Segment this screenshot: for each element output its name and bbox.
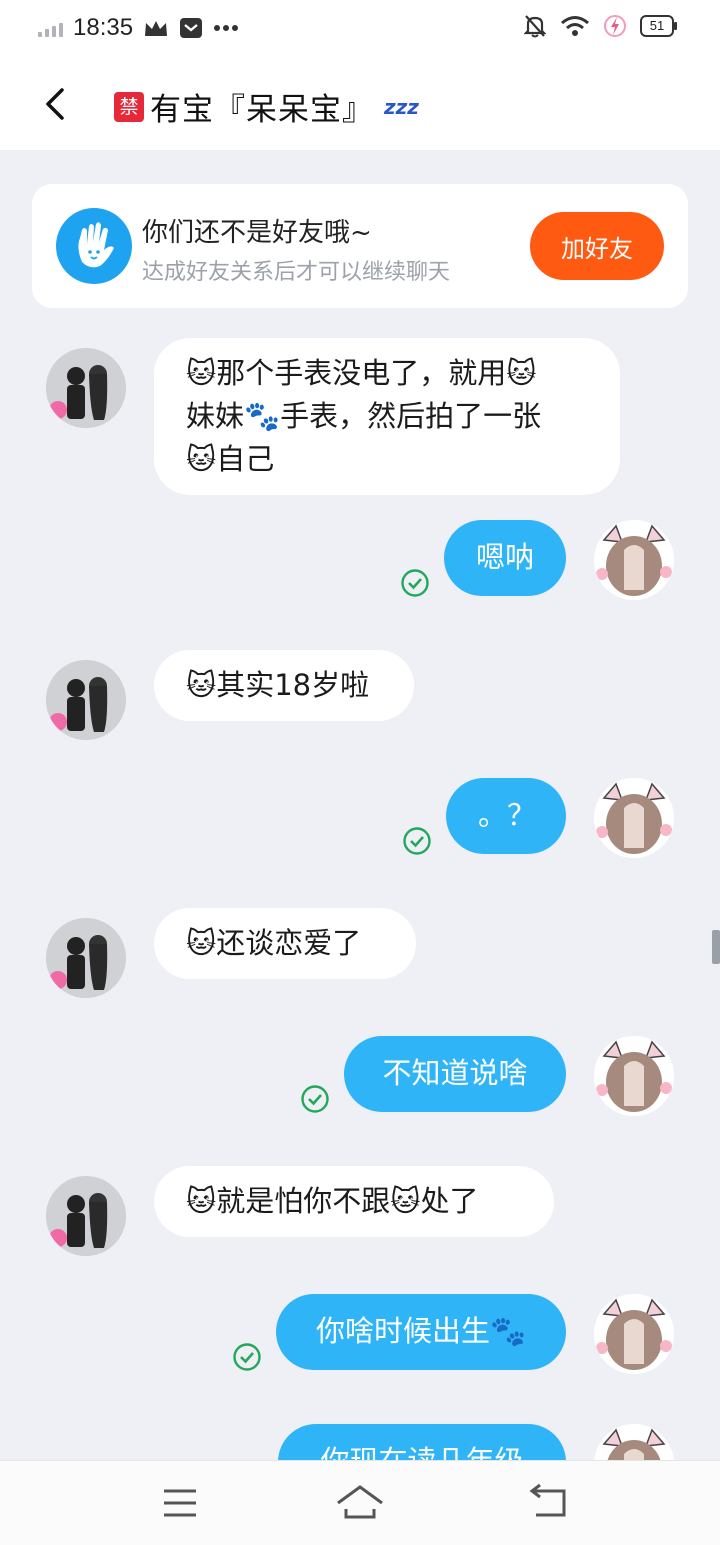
wifi-icon <box>561 16 589 36</box>
message-bubble-outgoing[interactable]: 不知道说啥 <box>344 1036 566 1112</box>
back-nav-icon[interactable] <box>518 1475 578 1531</box>
sleep-zzz-icon: zzz <box>384 94 419 119</box>
message-bubble-incoming[interactable]: 🐱就是怕你不跟🐱处了 <box>154 1166 554 1237</box>
add-friend-button[interactable]: 加好友 <box>530 212 664 280</box>
more-dots-icon <box>214 25 239 31</box>
chat-title[interactable]: 禁 有宝『呆呆宝』 zzz <box>114 84 419 129</box>
crown-icon <box>145 21 168 36</box>
mute-bell-icon <box>524 15 546 38</box>
contact-avatar[interactable] <box>46 660 126 740</box>
message-bubble-incoming[interactable]: 🐱那个手表没电了，就用🐱 妹妹🐾手表，然后拍了一张 🐱自己 <box>154 338 620 495</box>
flash-icon <box>604 15 626 37</box>
wave-hand-icon <box>56 208 132 284</box>
read-check-icon <box>301 1085 329 1113</box>
back-button[interactable] <box>38 82 74 126</box>
my-avatar[interactable] <box>594 520 674 600</box>
system-nav-bar <box>0 1460 720 1545</box>
contact-avatar[interactable] <box>46 348 126 428</box>
home-icon[interactable] <box>330 1475 390 1531</box>
message-bubble-outgoing[interactable]: 嗯呐 <box>444 520 566 596</box>
chat-header: 禁 有宝『呆呆宝』 zzz <box>0 58 720 150</box>
read-check-icon <box>401 569 429 597</box>
contact-name: 有宝『呆呆宝』 <box>150 92 374 128</box>
not-friends-title: 你们还不是好友哦~ <box>142 218 372 248</box>
status-time: 18:35 <box>73 14 134 41</box>
my-avatar[interactable] <box>594 778 674 858</box>
friend-request-card: 你们还不是好友哦~ 达成好友关系后才可以继续聊天 加好友 <box>32 184 688 308</box>
battery-icon: 51 <box>640 15 677 37</box>
read-check-icon <box>403 827 431 855</box>
ban-badge: 禁 <box>114 91 144 122</box>
menu-icon[interactable] <box>150 1475 210 1531</box>
my-avatar[interactable] <box>594 1294 674 1374</box>
message-bubble-outgoing[interactable]: 你啥时候出生🐾 <box>276 1294 566 1370</box>
signal-icon <box>38 19 63 37</box>
my-avatar[interactable] <box>594 1036 674 1116</box>
contact-avatar[interactable] <box>46 1176 126 1256</box>
read-check-icon <box>233 1343 261 1371</box>
message-box-icon <box>180 18 203 38</box>
contact-avatar[interactable] <box>46 918 126 998</box>
message-bubble-incoming[interactable]: 🐱还谈恋爱了 <box>154 908 416 979</box>
scrollbar-thumb[interactable] <box>712 930 720 964</box>
message-bubble-incoming[interactable]: 🐱其实18岁啦 <box>154 650 414 721</box>
message-bubble-outgoing[interactable]: 。？ <box>446 778 566 854</box>
status-bar: 18:35 51 <box>0 0 720 58</box>
not-friends-subtitle: 达成好友关系后才可以继续聊天 <box>142 260 451 285</box>
